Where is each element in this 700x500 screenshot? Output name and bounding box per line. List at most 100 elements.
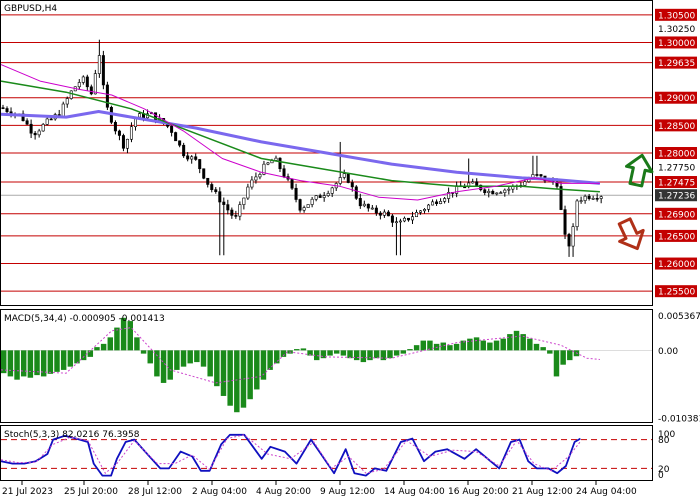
- candle-body: [410, 216, 414, 221]
- macd-histogram-bar: [154, 350, 160, 377]
- candle-body: [394, 221, 398, 224]
- candle-body: [398, 220, 402, 223]
- candle-body: [499, 192, 503, 194]
- macd-histogram-bar: [80, 350, 87, 361]
- candle-body: [583, 195, 587, 201]
- level-label: 1.26000: [658, 260, 695, 270]
- macd-histogram-bar: [467, 338, 473, 351]
- candle-body: [423, 208, 427, 212]
- candle-body: [5, 108, 9, 113]
- candle-body: [29, 123, 33, 134]
- candle-body: [314, 195, 318, 200]
- macd-histogram-bar: [114, 327, 120, 351]
- macd-histogram-bar: [127, 321, 133, 351]
- candle-body: [113, 122, 117, 132]
- candle-body: [182, 144, 186, 157]
- candle-body: [93, 73, 97, 95]
- candle-body: [346, 173, 350, 183]
- macd-histogram-bar: [94, 347, 100, 351]
- candle-body: [483, 189, 487, 194]
- candle-body: [1, 107, 5, 109]
- x-tick-label: 4 Aug 20:00: [256, 487, 311, 497]
- macd-histogram-bar: [500, 338, 506, 351]
- candle-body: [186, 155, 190, 160]
- level-label: 1.26500: [658, 232, 695, 242]
- x-tick-label: 24 Aug 04:00: [576, 487, 637, 497]
- candle-body: [382, 211, 386, 216]
- macd-histogram-bar: [174, 350, 180, 370]
- macd-histogram-bar: [107, 337, 114, 351]
- macd-histogram-bar: [560, 350, 566, 365]
- level-label: 1.30000: [658, 39, 695, 49]
- x-tick-label: 14 Aug 04:00: [384, 487, 445, 497]
- candle-body: [25, 120, 29, 125]
- macd-histogram-bar: [547, 350, 553, 354]
- candle-body: [170, 126, 174, 133]
- candle-body: [258, 174, 262, 178]
- level-label: 1.30500: [658, 11, 695, 21]
- macd-histogram-bar: [227, 350, 233, 406]
- candle-body: [105, 84, 109, 108]
- candle-body: [503, 189, 507, 193]
- candle-body: [370, 207, 374, 210]
- candle-body: [415, 212, 419, 218]
- candle-body: [37, 130, 41, 136]
- level-label: 1.29000: [658, 94, 695, 104]
- candle-body: [282, 168, 286, 177]
- candle-body: [202, 168, 206, 179]
- macd-histogram-bar: [140, 350, 147, 354]
- candle-body: [599, 196, 603, 199]
- candle-body: [101, 55, 105, 86]
- candle-body: [431, 201, 435, 206]
- candle-body: [254, 176, 258, 181]
- candle-body: [214, 189, 218, 192]
- candle-body: [230, 209, 234, 216]
- candle-body: [242, 197, 246, 205]
- macd-histogram-bar: [540, 347, 546, 351]
- candle-body: [234, 215, 238, 217]
- candle-body: [302, 207, 306, 211]
- candle-body: [443, 198, 447, 202]
- macd-tick-label: 0.005367: [658, 312, 700, 322]
- candle-body: [274, 157, 278, 161]
- macd-histogram-bar: [200, 350, 207, 367]
- macd-tick-label: -0.010381: [658, 414, 700, 424]
- candle-body: [222, 201, 226, 205]
- x-tick-label: 9 Aug 12:00: [320, 487, 375, 497]
- candle-body: [435, 201, 439, 204]
- macd-histogram-bar: [160, 350, 167, 383]
- macd-histogram-bar: [167, 350, 173, 380]
- macd-histogram-bar: [327, 350, 333, 356]
- candle-body: [49, 118, 53, 121]
- macd-histogram-bar: [47, 350, 54, 374]
- candle-body: [238, 204, 242, 217]
- candle-body: [374, 207, 378, 214]
- macd-histogram-bar: [54, 350, 60, 372]
- candle-body: [246, 186, 250, 199]
- candle-body: [330, 187, 334, 194]
- candle-body: [65, 98, 69, 105]
- macd-histogram-bar: [533, 343, 540, 351]
- candle-body: [318, 195, 322, 198]
- macd-histogram-bar: [7, 350, 14, 377]
- candle-body: [595, 197, 599, 200]
- candle-body: [419, 210, 423, 213]
- gbpusd-chart[interactable]: 1.30500 1.30000 1.29635 1.29000 1.28500 1.280…: [0, 0, 700, 500]
- macd-histogram-bar: [214, 350, 220, 387]
- macd-histogram-bar: [400, 350, 407, 354]
- candle-body: [322, 195, 326, 198]
- macd-histogram-bar: [413, 345, 420, 351]
- macd-histogram-bar: [20, 350, 27, 377]
- candle-body: [362, 203, 366, 207]
- macd-histogram-bar: [260, 350, 267, 380]
- macd-histogram-bar: [373, 350, 380, 359]
- candle-body: [402, 217, 406, 222]
- candle-body: [121, 135, 125, 149]
- macd-histogram-bar: [360, 350, 367, 363]
- candle-body: [567, 234, 571, 247]
- macd-histogram-bar: [333, 350, 340, 354]
- candle-body: [350, 182, 354, 188]
- stoch-tick-label: 0: [658, 471, 664, 481]
- candle-body: [310, 198, 314, 205]
- candle-body: [563, 209, 567, 235]
